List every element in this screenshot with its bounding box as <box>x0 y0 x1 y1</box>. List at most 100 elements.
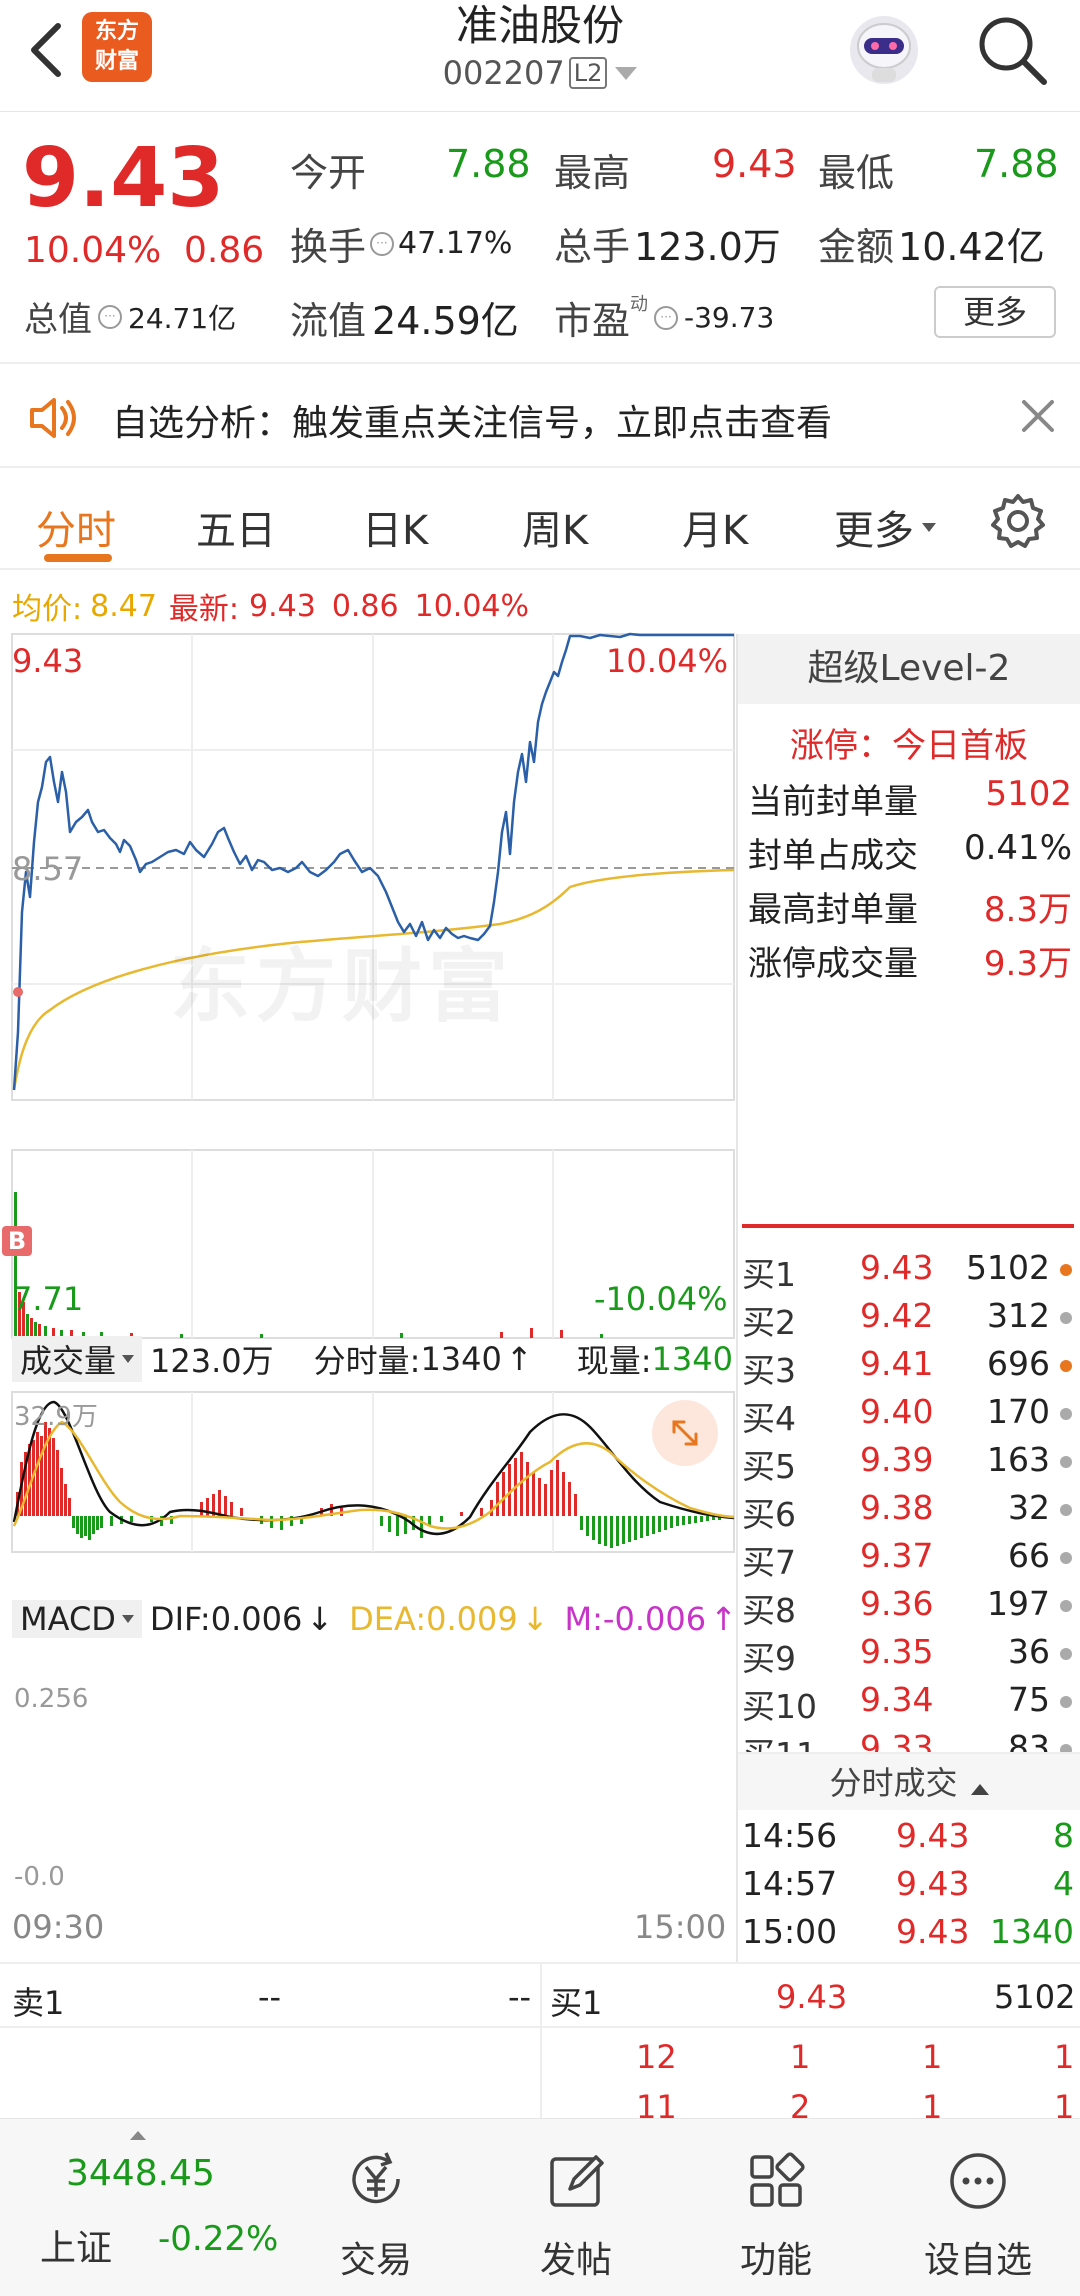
queue-cell: 1 <box>790 2038 811 2076</box>
level2-row-value: 8.3万 <box>983 890 1072 930</box>
level2-title: 超级Level-2 <box>807 648 1011 689</box>
gray-dot-icon <box>1060 1648 1072 1660</box>
macd-y-top: 0.256 <box>14 1684 89 1714</box>
pe-ratio: 市盈 动 ··· -39.73 <box>554 290 774 345</box>
amount-label: 金额 <box>818 225 895 269</box>
stock-title[interactable]: 准油股份 002207 L2 <box>340 0 740 92</box>
stock-code: 002207 <box>442 54 565 92</box>
search-icon[interactable] <box>974 12 1050 88</box>
buy-marker[interactable]: B <box>2 1226 32 1256</box>
limit-up-status: 涨停：今日首板 <box>790 726 1028 766</box>
ob-label: 买11 <box>742 1728 817 1752</box>
market-cap-label: 总值 <box>24 300 92 340</box>
tab-monthly-k[interactable]: 月K <box>682 498 748 556</box>
order-book-row: 买1 9.43 5102 <box>742 1248 1072 1296</box>
dea-label: DEA: <box>349 1600 427 1638</box>
ob-price: 9.38 <box>860 1488 934 1527</box>
gray-dot-icon <box>1060 1600 1072 1612</box>
info-dots-icon[interactable]: ··· <box>98 304 122 329</box>
gray-dot-icon <box>1060 1456 1072 1468</box>
more-dots-icon <box>946 2149 1010 2213</box>
gray-dot-icon <box>1060 1504 1072 1516</box>
nav-post[interactable]: 发帖 <box>476 2119 676 2296</box>
stock-name: 准油股份 <box>455 1 624 50</box>
macd-selector[interactable]: MACD <box>12 1600 142 1638</box>
index-ticker[interactable]: 3448.45 上证 -0.22% <box>0 2119 280 2296</box>
ob-label: 买10 <box>742 1687 817 1726</box>
y-axis-top-pct: 10.04% <box>606 642 729 680</box>
y-axis-bottom-pct: -10.04% <box>594 1280 728 1318</box>
notice-text: 自选分析：触发重点关注信号，立即点击查看 <box>112 403 833 444</box>
ob-price: 9.43 <box>860 1248 934 1287</box>
y-axis-top-price: 9.43 <box>12 642 84 680</box>
total-volume-label: 总手 <box>554 225 631 269</box>
time-axis-end: 15:00 <box>634 1908 727 1946</box>
minute-volume-value: 1340 <box>420 1340 502 1378</box>
level2-row: 当前封单量 5102 <box>746 774 1072 822</box>
notice-bar[interactable]: 自选分析：触发重点关注信号，立即点击查看 <box>0 366 1080 468</box>
nav-functions[interactable]: 功能 <box>676 2119 876 2296</box>
macd-selector-label: MACD <box>20 1600 116 1638</box>
trade-row: 14:57 9.43 4 <box>742 1864 1074 1912</box>
nav-trade[interactable]: 交易 <box>276 2119 476 2296</box>
change-percent: 10.04% <box>24 230 162 271</box>
level2-row-value: 9.3万 <box>983 944 1072 984</box>
tab-five-day[interactable]: 五日 <box>196 498 276 556</box>
ob-price: 9.34 <box>860 1680 934 1719</box>
ob-label: 买1 <box>742 1255 796 1294</box>
ob-volume: 163 <box>987 1440 1050 1479</box>
m-label: M: <box>564 1600 603 1638</box>
level2-row-value: 0.41% <box>963 828 1072 868</box>
trade-time: 14:56 <box>742 1816 838 1855</box>
ob-price: 9.35 <box>860 1632 934 1671</box>
back-icon[interactable] <box>20 18 70 82</box>
settings-gear-icon[interactable] <box>990 492 1046 548</box>
tab-weekly-k[interactable]: 周K <box>522 498 588 556</box>
index-change: -0.22% <box>158 2219 279 2259</box>
turnover: 换手 ··· 47.17% <box>290 216 512 271</box>
trade-row: 14:56 9.43 8 <box>742 1816 1074 1864</box>
change-amount: 0.86 <box>184 230 265 271</box>
order-book-row: 买5 9.39 163 <box>742 1440 1072 1488</box>
nav-post-label: 发帖 <box>539 2240 612 2281</box>
ob-price: 9.40 <box>860 1392 934 1431</box>
trade-price: 9.43 <box>896 1864 970 1903</box>
nav-trade-label: 交易 <box>339 2240 412 2281</box>
quote-summary: 9.43 10.04% 0.86 总值 ··· 24.71亿 今开 7.88 换… <box>0 112 1080 364</box>
dea-arrow: ↓ <box>521 1600 549 1638</box>
orange-dot-icon <box>1060 1360 1072 1372</box>
level2-title-bar[interactable]: 超级Level-2 <box>738 634 1080 704</box>
tab-daily-k[interactable]: 日K <box>362 498 428 556</box>
avg-label: 均价: <box>12 592 83 627</box>
info-dots-icon[interactable]: ··· <box>370 231 395 256</box>
caret-down-icon <box>121 1615 134 1623</box>
more-button[interactable]: 更多 <box>934 286 1056 338</box>
sell1-label: 卖1 <box>12 1984 65 2022</box>
close-icon[interactable] <box>1018 396 1058 436</box>
caret-down-icon <box>122 1355 135 1363</box>
volume-selector[interactable]: 成交量 <box>12 1336 143 1382</box>
trades-header[interactable]: 分时成交 <box>738 1752 1080 1810</box>
buy1-price: 9.43 <box>776 1978 848 2016</box>
ob-volume: 312 <box>987 1296 1050 1335</box>
index-name: 上证 <box>40 2228 113 2269</box>
tab-more[interactable]: 更多 <box>834 498 936 556</box>
sell1-price: -- <box>258 1978 282 2016</box>
macd-histogram <box>16 1422 721 1548</box>
dif-value: 0.006 <box>210 1600 303 1638</box>
robot-assistant-icon[interactable] <box>844 10 924 90</box>
expand-icon[interactable] <box>652 1400 718 1466</box>
level2-row-label: 涨停成交量 <box>748 944 918 984</box>
tab-intraday[interactable]: 分时 <box>36 498 116 556</box>
ob-label: 买2 <box>742 1303 796 1342</box>
avg-value: 8.47 <box>90 588 157 624</box>
trade-yen-icon <box>344 2149 408 2213</box>
nav-add-watchlist[interactable]: 设自选 <box>878 2119 1078 2296</box>
ob-label: 买9 <box>742 1639 796 1678</box>
trade-time: 14:57 <box>742 1864 838 1903</box>
trade-time: 15:00 <box>742 1912 838 1951</box>
tab-more-label: 更多 <box>834 508 914 554</box>
info-dots-icon[interactable]: ··· <box>654 305 679 330</box>
dea-value: 0.009 <box>426 1600 518 1638</box>
nav-add-watchlist-label: 设自选 <box>923 2240 1032 2281</box>
